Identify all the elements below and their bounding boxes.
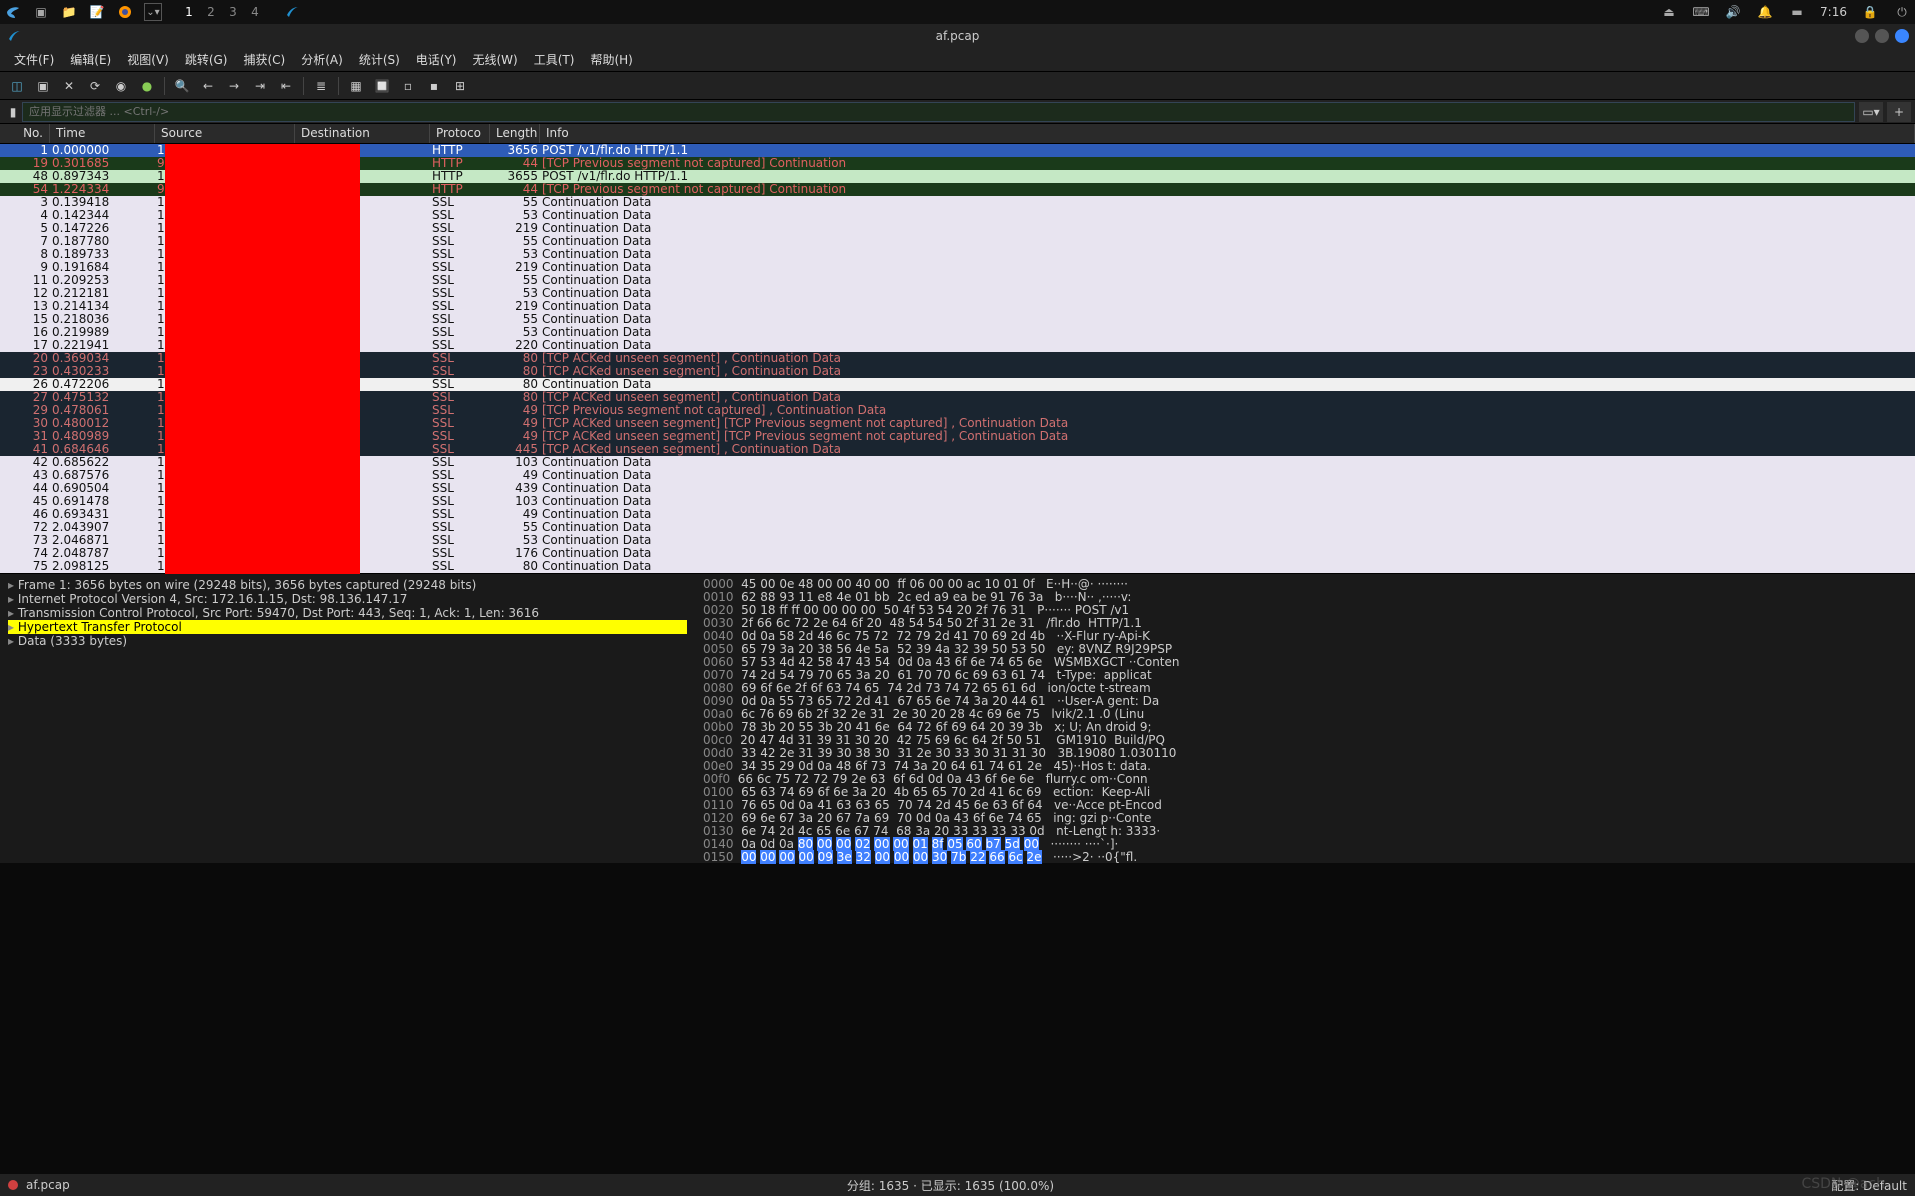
desktop-background xyxy=(0,863,1915,1179)
packet-list-header[interactable]: No. Time Source Destination Protoco Leng… xyxy=(0,124,1915,144)
volume-icon[interactable]: 🔊 xyxy=(1724,3,1742,21)
files-icon[interactable]: 📁 xyxy=(60,3,78,21)
window-title: af.pcap xyxy=(936,29,980,43)
separator xyxy=(303,77,304,95)
bookmark-icon[interactable]: ▮ xyxy=(4,101,22,123)
status-packets: 分组: 1635 · 已显示: 1635 (100.0%) xyxy=(847,1177,1054,1194)
details-line[interactable]: ▸ Data (3333 bytes) xyxy=(8,634,687,648)
system-panel: ▣ 📁 📝 ⌄▾ 1 2 3 4 ⏏ ⌨ 🔊 🔔 ▬ 7:16 🔒 ⏻ xyxy=(0,0,1915,24)
add-filter-button[interactable]: + xyxy=(1887,102,1911,122)
separator xyxy=(338,77,339,95)
column-no[interactable]: No. xyxy=(0,124,50,143)
zoom-reset-icon[interactable]: ▪ xyxy=(423,75,445,97)
editor-icon[interactable]: 📝 xyxy=(88,3,106,21)
window-titlebar[interactable]: af.pcap xyxy=(0,24,1915,48)
menu-help[interactable]: 帮助(H) xyxy=(584,49,638,70)
save-icon[interactable]: ▣ xyxy=(32,75,54,97)
shell-dropdown-icon[interactable]: ⌄▾ xyxy=(144,3,162,21)
workspace-switcher[interactable]: 1 2 3 4 xyxy=(180,5,264,19)
capture-options-icon[interactable]: ◉ xyxy=(110,75,132,97)
resize-columns-icon[interactable]: ⊞ xyxy=(449,75,471,97)
separator xyxy=(164,77,165,95)
firefox-icon[interactable] xyxy=(116,3,134,21)
go-to-packet-icon[interactable]: ⇥ xyxy=(249,75,271,97)
go-first-icon[interactable]: ⇤ xyxy=(275,75,297,97)
menu-analyze[interactable]: 分析(A) xyxy=(295,49,349,70)
expert-info-icon[interactable] xyxy=(8,1180,18,1190)
workspace-2[interactable]: 2 xyxy=(202,5,220,19)
workspace-1[interactable]: 1 xyxy=(180,5,198,19)
packet-details-pane[interactable]: ▸ Frame 1: 3656 bytes on wire (29248 bit… xyxy=(0,574,695,863)
menu-wireless[interactable]: 无线(W) xyxy=(467,49,524,70)
menu-statistics[interactable]: 统计(S) xyxy=(353,49,406,70)
auto-scroll-icon[interactable]: ≣ xyxy=(310,75,332,97)
maximize-button[interactable] xyxy=(1875,29,1889,43)
expression-button[interactable]: ▭▾ xyxy=(1859,102,1883,122)
zoom-out-icon[interactable]: ▫ xyxy=(397,75,419,97)
wireshark-task-icon[interactable] xyxy=(284,3,302,21)
workspace-4[interactable]: 4 xyxy=(246,5,264,19)
column-protocol[interactable]: Protoco xyxy=(430,124,490,143)
go-back-icon[interactable]: ← xyxy=(197,75,219,97)
menu-tools[interactable]: 工具(T) xyxy=(528,49,581,70)
details-line[interactable]: ▸ Frame 1: 3656 bytes on wire (29248 bit… xyxy=(8,578,687,592)
workspace-3[interactable]: 3 xyxy=(224,5,242,19)
column-info[interactable]: Info xyxy=(540,124,1915,143)
column-time[interactable]: Time xyxy=(50,124,155,143)
menu-edit[interactable]: 编辑(E) xyxy=(64,49,117,70)
reload-icon[interactable]: ⟳ xyxy=(84,75,106,97)
menu-telephony[interactable]: 电话(Y) xyxy=(410,49,463,70)
find-icon[interactable]: 🔍 xyxy=(171,75,193,97)
open-icon[interactable]: ◫ xyxy=(6,75,28,97)
keyboard-icon[interactable]: ⌨ xyxy=(1692,3,1710,21)
zoom-in-icon[interactable]: 🔲 xyxy=(371,75,393,97)
toolbar: ◫ ▣ ✕ ⟳ ◉ ● 🔍 ← → ⇥ ⇤ ≣ ▦ 🔲 ▫ ▪ ⊞ xyxy=(0,72,1915,100)
column-length[interactable]: Length xyxy=(490,124,540,143)
menu-file[interactable]: 文件(F) xyxy=(8,49,60,70)
filter-bar: ▮ ▭▾ + xyxy=(0,100,1915,124)
power-icon[interactable]: ⏻ xyxy=(1893,3,1911,21)
packet-list[interactable]: No. Time Source Destination Protoco Leng… xyxy=(0,124,1915,573)
menu-capture[interactable]: 捕获(C) xyxy=(237,49,291,70)
notifications-icon[interactable]: 🔔 xyxy=(1756,3,1774,21)
menu-view[interactable]: 视图(V) xyxy=(121,49,175,70)
details-line[interactable]: ▸ Transmission Control Protocol, Src Por… xyxy=(8,606,687,620)
dragon-icon[interactable] xyxy=(4,3,22,21)
terminal-icon[interactable]: ▣ xyxy=(32,3,50,21)
watermark: CSDN @ach xyxy=(1801,1176,1885,1192)
column-source[interactable]: Source xyxy=(155,124,295,143)
status-file: af.pcap xyxy=(26,1178,70,1192)
network-icon[interactable]: ▬ xyxy=(1788,3,1806,21)
packet-bytes-pane[interactable]: 0000 45 00 0e 48 00 00 40 00 ff 06 00 00… xyxy=(695,574,1915,863)
menubar: 文件(F) 编辑(E) 视图(V) 跳转(G) 捕获(C) 分析(A) 统计(S… xyxy=(0,48,1915,72)
menu-go[interactable]: 跳转(G) xyxy=(179,49,234,70)
colorize-icon[interactable]: ▦ xyxy=(345,75,367,97)
clock[interactable]: 7:16 xyxy=(1820,5,1847,19)
redaction-overlay xyxy=(165,144,360,574)
wireshark-icon xyxy=(8,29,22,43)
close-file-icon[interactable]: ✕ xyxy=(58,75,80,97)
details-line[interactable]: ▸ Hypertext Transfer Protocol xyxy=(8,620,687,634)
hex-line[interactable]: 0150 00 00 00 00 09 3e 32 00 00 00 30 7b… xyxy=(703,851,1907,864)
lock-icon[interactable]: 🔒 xyxy=(1861,3,1879,21)
column-destination[interactable]: Destination xyxy=(295,124,430,143)
usb-icon[interactable]: ⏏ xyxy=(1660,3,1678,21)
minimize-button[interactable] xyxy=(1855,29,1869,43)
details-line[interactable]: ▸ Internet Protocol Version 4, Src: 172.… xyxy=(8,592,687,606)
start-capture-icon[interactable]: ● xyxy=(136,75,158,97)
go-forward-icon[interactable]: → xyxy=(223,75,245,97)
status-bar: af.pcap 分组: 1635 · 已显示: 1635 (100.0%) 配置… xyxy=(0,1174,1915,1196)
close-button[interactable] xyxy=(1895,29,1909,43)
display-filter-input[interactable] xyxy=(22,102,1855,122)
